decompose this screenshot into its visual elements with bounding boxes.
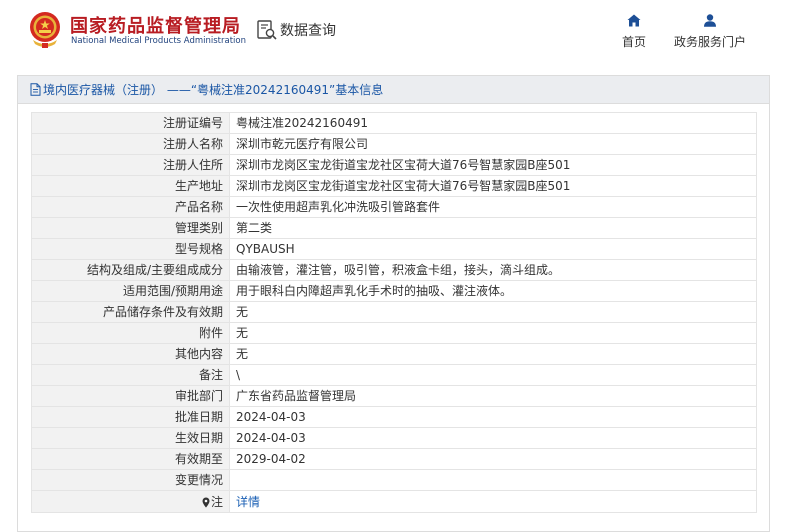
row-label: 备注 — [31, 364, 230, 386]
table-row: 备注 \ — [31, 364, 757, 386]
card-title: 境内医疗器械（注册） ——“粤械注准20242160491”基本信息 — [43, 83, 384, 97]
table-row: 附件无 — [31, 322, 757, 344]
row-value: 由输液管，灌注管，吸引管，积液盒卡组，接头，滴斗组成。 — [229, 259, 757, 281]
home-icon — [627, 14, 641, 27]
table-row: 注册证编号 粤械注准20242160491 — [31, 112, 757, 134]
row-value: 深圳市乾元医疗有限公司 — [229, 133, 757, 155]
row-value: 深圳市龙岗区宝龙街道宝龙社区宝荷大道76号智慧家园B座501 — [229, 175, 757, 197]
row-label: 结构及组成/主要组成成分 — [31, 259, 230, 281]
document-icon — [30, 83, 41, 96]
row-label: 生产地址 — [31, 175, 230, 197]
row-value: 无 — [229, 343, 757, 365]
note-label-cell: 注 — [31, 490, 230, 513]
table-row: 适用范围/预期用途 用于眼科白内障超声乳化手术时的抽吸、灌注液体。 — [31, 280, 757, 302]
site-header: 国家药品监督管理局 National Medical Products Admi… — [0, 0, 788, 66]
row-value: 2024-04-03 — [229, 406, 757, 428]
row-value: 2029-04-02 — [229, 448, 757, 470]
details-link[interactable]: 详情 — [236, 495, 260, 509]
table-row: 变更情况 — [31, 469, 757, 491]
table-row: 管理类别 第二类 — [31, 217, 757, 239]
row-value: 无 — [229, 301, 757, 323]
row-label: 注册证编号 — [31, 112, 230, 134]
table-row: 型号规格 QYBAUSH — [31, 238, 757, 260]
nav-portal-label: 政务服务门户 — [673, 35, 746, 49]
row-value: 深圳市龙岗区宝龙街道宝龙社区宝荷大道76号智慧家园B座501 — [229, 154, 757, 176]
note-value-cell: 详情 — [229, 490, 757, 513]
device-info-table: 注册证编号 粤械注准20242160491 注册人名称 深圳市乾元医疗有限公司 注册人住… — [31, 112, 757, 513]
row-label: 注册人名称 — [31, 133, 230, 155]
nav-home-label: 首页 — [621, 35, 646, 49]
org-name-cn[interactable]: 国家药品监督管理局 — [70, 12, 241, 38]
map-pin-icon — [202, 497, 210, 507]
table-row: 结构及组成/主要组成成分 由输液管，灌注管，吸引管，积液盒卡组，接头，滴斗组成。 — [31, 259, 757, 281]
row-value: 粤械注准20242160491 — [229, 112, 757, 134]
row-label: 有效期至 — [31, 448, 230, 470]
row-value: 广东省药品监督管理局 — [229, 385, 757, 407]
row-label: 批准日期 — [31, 406, 230, 428]
row-value: 第二类 — [229, 217, 757, 239]
info-card: 境内医疗器械（注册） ——“粤械注准20242160491”基本信息 注册证编号… — [17, 75, 770, 532]
table-row: 产品储存条件及有效期无 — [31, 301, 757, 323]
table-row: 其他内容无 — [31, 343, 757, 365]
table-row: 审批部门 广东省药品监督管理局 — [31, 385, 757, 407]
table-row: 注册人名称 深圳市乾元医疗有限公司 — [31, 133, 757, 155]
card-title-bar: 境内医疗器械（注册） ——“粤械注准20242160491”基本信息 — [18, 76, 769, 104]
nav-service-portal[interactable]: 政务服务门户 — [670, 14, 750, 54]
row-label: 其他内容 — [31, 343, 230, 365]
row-value: QYBAUSH — [229, 238, 757, 260]
row-label: 产品储存条件及有效期 — [31, 301, 230, 323]
data-query-link[interactable]: 数据查询 — [256, 18, 336, 42]
row-label: 附件 — [31, 322, 230, 344]
row-label: 生效日期 — [31, 427, 230, 449]
table-row: 生产地址 深圳市龙岗区宝龙街道宝龙社区宝荷大道76号智慧家园B座501 — [31, 175, 757, 197]
row-value: 用于眼科白内障超声乳化手术时的抽吸、灌注液体。 — [229, 280, 757, 302]
data-query-label: 数据查询 — [280, 23, 336, 39]
row-value: 2024-04-03 — [229, 427, 757, 449]
row-label: 变更情况 — [31, 469, 230, 491]
user-icon — [704, 14, 716, 27]
row-label: 管理类别 — [31, 217, 230, 239]
search-document-icon — [257, 20, 277, 40]
table-row-note: 注详情 — [31, 490, 757, 513]
row-value: 一次性使用超声乳化冲洗吸引管路套件 — [229, 196, 757, 218]
table-row: 产品名称 一次性使用超声乳化冲洗吸引管路套件 — [31, 196, 757, 218]
nav-home[interactable]: 首页 — [616, 14, 652, 54]
org-name-en[interactable]: National Medical Products Administration — [71, 36, 246, 46]
row-value: 无 — [229, 322, 757, 344]
table-row: 有效期至 2029-04-02 — [31, 448, 757, 470]
row-value — [229, 469, 757, 491]
national-emblem-icon[interactable] — [27, 10, 63, 50]
note-label: 注 — [210, 494, 223, 509]
row-label: 审批部门 — [31, 385, 230, 407]
row-label: 适用范围/预期用途 — [31, 280, 230, 302]
row-label: 产品名称 — [31, 196, 230, 218]
table-row: 批准日期 2024-04-03 — [31, 406, 757, 428]
row-value: \ — [229, 364, 757, 386]
row-label: 注册人住所 — [31, 154, 230, 176]
table-row: 注册人住所 深圳市龙岗区宝龙街道宝龙社区宝荷大道76号智慧家园B座501 — [31, 154, 757, 176]
row-label: 型号规格 — [31, 238, 230, 260]
table-row: 生效日期 2024-04-03 — [31, 427, 757, 449]
